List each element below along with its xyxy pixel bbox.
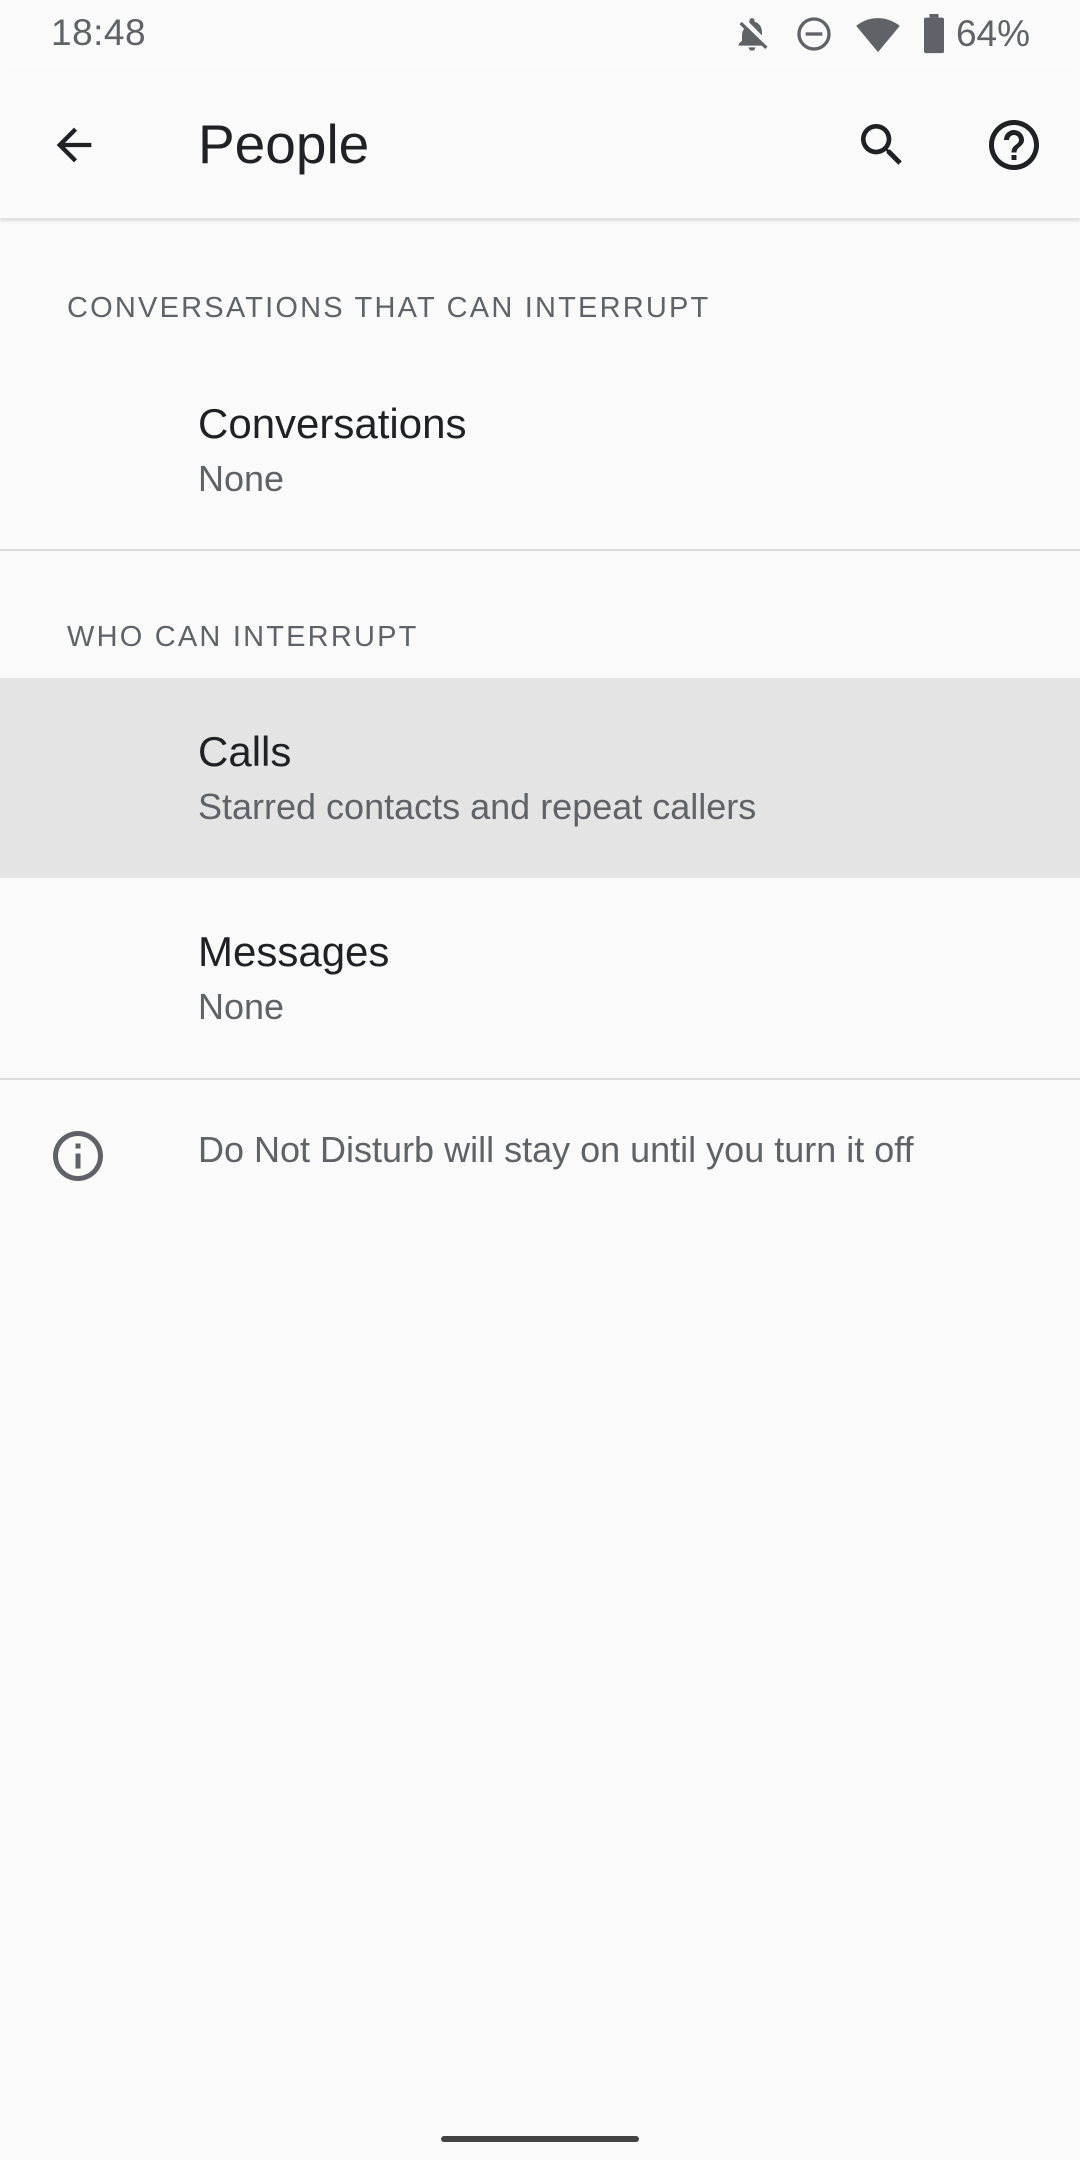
people-settings-screen: 18:48 64% People CONVERSATIONS THAT CAN … (0, 0, 1080, 2160)
messages-item[interactable]: Messages None (0, 878, 1080, 1078)
back-button[interactable] (38, 109, 110, 181)
divider (0, 549, 1080, 551)
help-icon (989, 120, 1039, 170)
battery-icon (922, 14, 946, 54)
status-time: 18:48 (51, 12, 147, 53)
wifi-icon (856, 14, 900, 54)
conversations-section-header: CONVERSATIONS THAT CAN INTERRUPT (67, 292, 711, 324)
conversations-item[interactable]: Conversations None (0, 366, 1080, 550)
search-icon (861, 124, 902, 165)
help-button[interactable] (978, 109, 1050, 181)
calls-item[interactable]: Calls Starred contacts and repeat caller… (0, 678, 1080, 878)
who-can-interrupt-section-header: WHO CAN INTERRUPT (67, 621, 419, 653)
conversations-summary: None (198, 458, 285, 499)
arrow-back-icon (56, 127, 92, 163)
footer-info-text: Do Not Disturb will stay on until you tu… (198, 1129, 914, 1170)
gesture-nav-handle[interactable] (441, 2136, 639, 2142)
app-bar: People (0, 72, 1080, 219)
messages-summary: None (198, 986, 285, 1027)
calls-title: Calls (198, 728, 292, 775)
page-title: People (198, 113, 370, 175)
conversations-title: Conversations (198, 400, 467, 447)
footer-info: Do Not Disturb will stay on until you tu… (0, 1086, 1080, 1226)
messages-title: Messages (198, 928, 390, 975)
status-bar: 18:48 64% (0, 0, 1080, 72)
status-icons: 64% (732, 12, 1030, 56)
search-button[interactable] (846, 109, 918, 181)
do-not-disturb-icon (794, 14, 834, 54)
battery-percent: 64% (955, 13, 1030, 54)
info-icon (53, 1131, 103, 1181)
bell-off-icon (732, 14, 772, 54)
calls-summary: Starred contacts and repeat callers (198, 786, 757, 827)
divider (0, 1078, 1080, 1080)
